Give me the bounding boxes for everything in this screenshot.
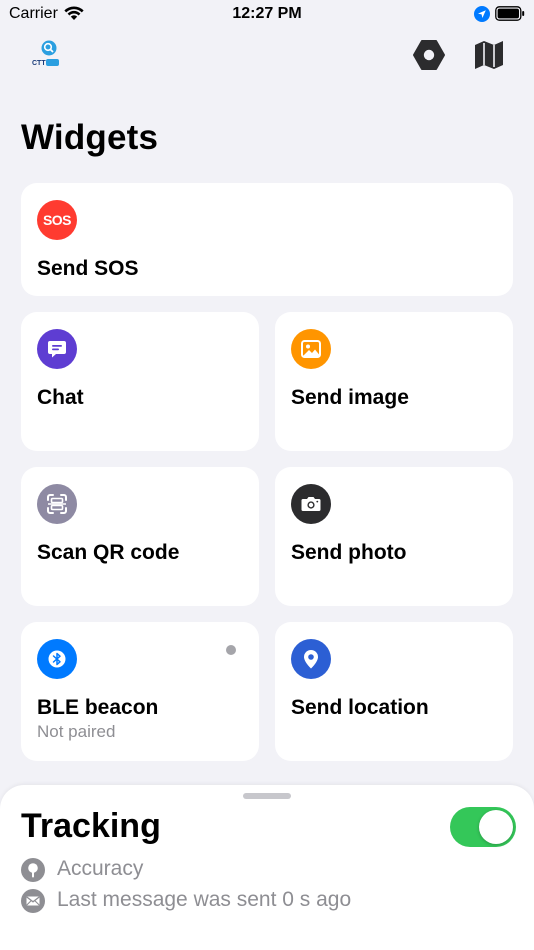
location-services-icon — [474, 6, 490, 27]
hexagon-settings-icon — [413, 40, 445, 70]
scan-qr-label: Scan QR code — [37, 541, 180, 564]
image-icon — [291, 329, 331, 369]
status-bar: Carrier 12:27 PM — [0, 0, 534, 30]
map-icon — [475, 41, 503, 69]
sheet-grabber[interactable] — [243, 793, 291, 799]
bluetooth-icon — [37, 639, 77, 679]
sos-icon: SOS — [37, 200, 77, 240]
qr-scan-icon — [37, 484, 77, 524]
location-pin-icon — [291, 639, 331, 679]
send-sos-card[interactable]: SOS Send SOS — [21, 183, 513, 296]
send-photo-label: Send photo — [291, 541, 407, 564]
ble-status-label: Not paired — [37, 722, 116, 741]
tracking-sheet[interactable]: Tracking Accuracy Last message was sent … — [0, 785, 534, 950]
page-title: Widgets — [21, 118, 159, 157]
chat-label: Chat — [37, 386, 84, 409]
battery-icon — [495, 6, 525, 21]
map-button[interactable] — [472, 38, 506, 72]
logo-text: CTT — [32, 60, 46, 67]
toggle-knob — [479, 810, 513, 844]
sos-icon-text: SOS — [42, 212, 72, 228]
send-image-card[interactable]: Send image — [275, 312, 513, 451]
ble-beacon-card[interactable]: BLE beacon Not paired — [21, 622, 259, 761]
chat-card[interactable]: Chat — [21, 312, 259, 451]
chat-bubble-icon — [37, 329, 77, 369]
settings-button[interactable] — [412, 38, 446, 72]
envelope-icon — [21, 889, 45, 913]
send-photo-card[interactable]: Send photo — [275, 467, 513, 606]
accuracy-pin-icon — [21, 858, 45, 882]
accuracy-label: Accuracy — [57, 857, 144, 880]
app-logo: CTT — [32, 40, 70, 70]
last-message-label: Last message was sent 0 s ago — [57, 888, 352, 911]
ble-beacon-label: BLE beacon — [37, 696, 159, 719]
send-location-label: Send location — [291, 696, 429, 719]
tracking-title: Tracking — [21, 807, 161, 845]
connection-status-dot — [226, 645, 236, 655]
tracking-toggle[interactable] — [450, 807, 516, 847]
clock: 12:27 PM — [232, 5, 302, 22]
camera-icon — [291, 484, 331, 524]
send-sos-label: Send SOS — [37, 257, 139, 280]
send-image-label: Send image — [291, 386, 409, 409]
send-location-card[interactable]: Send location — [275, 622, 513, 761]
scan-qr-card[interactable]: Scan QR code — [21, 467, 259, 606]
